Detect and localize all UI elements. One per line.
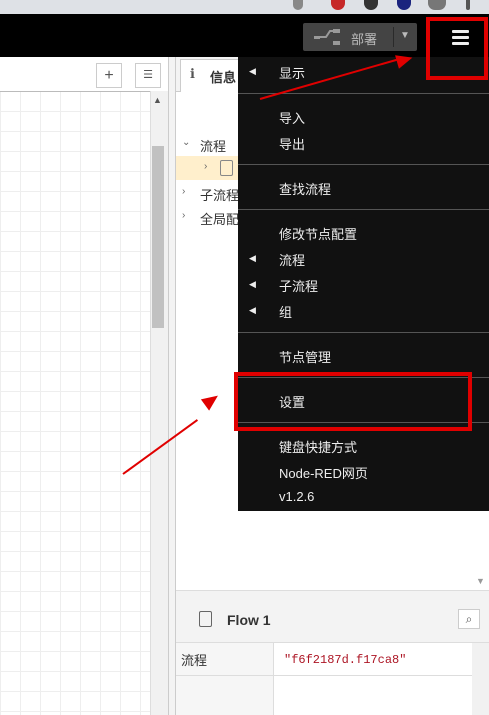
menu-item-view[interactable]: 显示 [279, 63, 305, 82]
workspace-canvas[interactable] [0, 57, 168, 715]
scroll-up-icon[interactable]: ▲ [153, 95, 162, 105]
menu-item-import[interactable]: 导入 [279, 108, 305, 127]
menu-divider [238, 164, 489, 165]
menu-item-config-nodes[interactable]: 修改节点配置 [279, 224, 357, 243]
divider [393, 27, 394, 47]
deploy-icon [314, 29, 340, 45]
menu-item-manage-palette[interactable]: 节点管理 [279, 347, 331, 366]
annotation-box-settings [234, 372, 472, 431]
menu-item-flows[interactable]: 流程 [279, 250, 305, 269]
submenu-left-icon: ◀ [249, 279, 256, 289]
star-icon[interactable] [293, 0, 303, 10]
search-button[interactable]: ⌕ [458, 609, 480, 629]
tree-item-label: 子流程 [200, 188, 240, 203]
help-scrollbar[interactable] [472, 643, 489, 715]
menu-item-subflows[interactable]: 子流程 [279, 276, 318, 295]
extension-icon[interactable] [364, 0, 378, 10]
menu-item-groups[interactable]: 组 [279, 302, 292, 321]
avatar[interactable] [428, 0, 446, 10]
help-title: Flow 1 [227, 612, 271, 628]
tab-info-label: 信息 [210, 70, 237, 85]
deploy-label: 部署 [351, 32, 378, 47]
submenu-left-icon: ◀ [249, 66, 256, 76]
more-icon[interactable] [466, 0, 470, 10]
add-flow-button[interactable]: + [96, 63, 122, 88]
submenu-left-icon: ◀ [249, 305, 256, 315]
chevron-down-icon[interactable]: ⌄ [182, 137, 190, 148]
scroll-down-icon[interactable]: ▼ [476, 576, 485, 586]
flow-icon [220, 160, 233, 176]
menu-item-version: v1.2.6 [279, 489, 315, 504]
menu-item-keyboard-shortcuts[interactable]: 键盘快捷方式 [279, 437, 357, 456]
property-key: 流程 [181, 653, 208, 668]
menu-divider [238, 209, 489, 210]
menu-item-search-flows[interactable]: 查找流程 [279, 179, 331, 198]
tree-item-label: 全局配 [200, 212, 240, 227]
chevron-right-icon[interactable]: › [182, 210, 185, 221]
scroll-thumb[interactable] [152, 146, 164, 328]
main-menu-dropdown [238, 57, 489, 511]
annotation-box-menu-button [426, 17, 488, 80]
info-icon: ℹ [190, 66, 195, 81]
submenu-left-icon: ◀ [249, 253, 256, 263]
sidebar-separator[interactable] [168, 57, 176, 715]
menu-divider [238, 332, 489, 333]
puzzle-icon[interactable] [397, 0, 411, 10]
flow-list-button[interactable]: ☰ [135, 63, 161, 88]
menu-item-export[interactable]: 导出 [279, 134, 305, 153]
browser-toolbar [0, 0, 489, 14]
extension-icon[interactable] [331, 0, 345, 10]
deploy-button[interactable]: 部署 ▼ [303, 23, 417, 51]
chevron-right-icon[interactable]: › [182, 186, 185, 197]
help-header [176, 598, 489, 643]
tree-item-label: 流程 [200, 139, 227, 154]
flow-icon [199, 611, 212, 627]
property-value[interactable]: "f6f2187d.f17ca8" [284, 653, 406, 667]
caret-down-icon[interactable]: ▼ [400, 30, 410, 41]
chevron-right-icon[interactable]: › [204, 161, 207, 172]
menu-item-node-red-website[interactable]: Node-RED网页 [279, 463, 368, 482]
